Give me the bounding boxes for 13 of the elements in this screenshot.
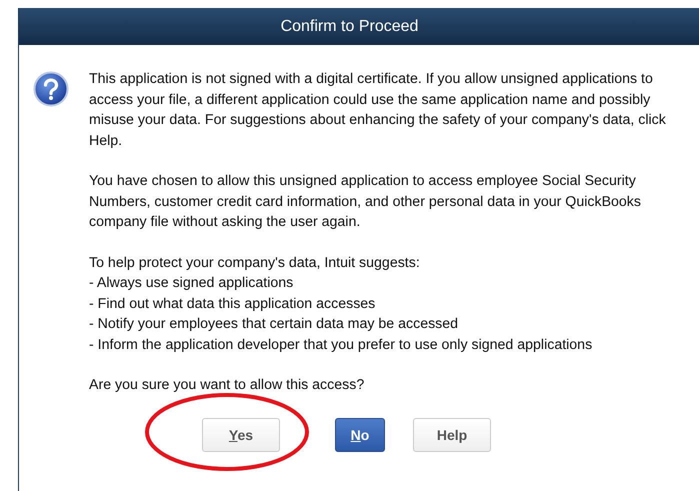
- confirm-question: Are you sure you want to allow this access?: [89, 376, 366, 395]
- no-button[interactable]: No: [335, 418, 385, 452]
- message-paragraph: You have chosen to allow this unsigned application to access employee Social Security Numbers, customer credit card information, and other personal data in your QuickBooks company file without asking the user again.: [89, 172, 642, 232]
- message-paragraph: This application is not signed with a digital certificate. If you allow unsigned applications to access your file, a different application could use the same application name and possibly misuse your data. For suggestions about enhancing the safety of your company's data, click Help.: [89, 70, 667, 150]
- help-button[interactable]: Help: [413, 418, 491, 452]
- window-title: Confirm to Proceed: [19, 8, 699, 45]
- suggestion-item: - Inform the application developer that you prefer to use only signed applications: [89, 336, 594, 354]
- suggestion-item: - Notify your employees that certain data may be accessed: [89, 315, 460, 334]
- help-icon: [33, 71, 69, 107]
- yes-button[interactable]: Yes: [202, 418, 280, 452]
- suggestion-item: - Always use signed applications: [89, 274, 294, 293]
- suggestions-intro: To help protect your company's data, Intuit suggests:: [89, 254, 421, 272]
- suggestion-item: - Find out what data this application accesses: [89, 294, 376, 314]
